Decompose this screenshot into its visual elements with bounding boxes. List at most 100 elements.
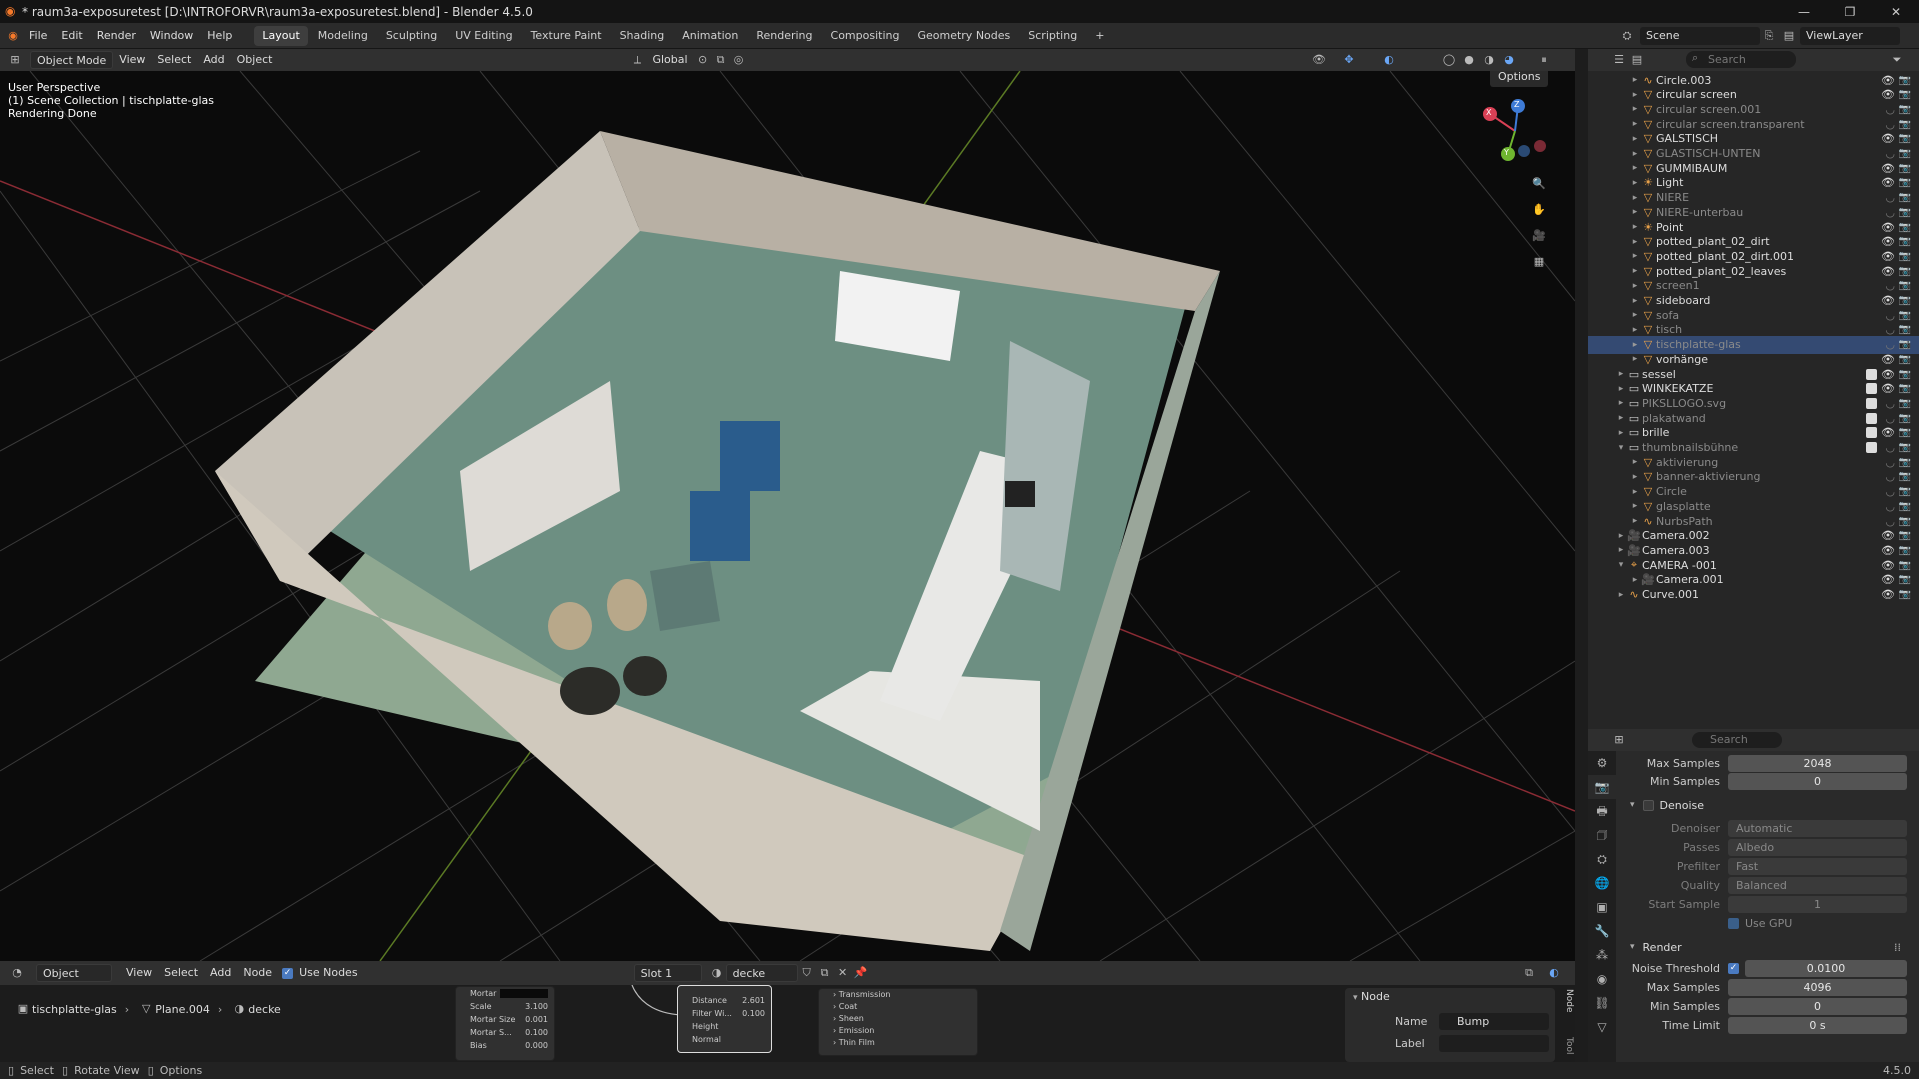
tab-scripting[interactable]: Scripting [1020, 26, 1085, 46]
render-visibility-icon[interactable]: 📷 [1899, 104, 1911, 115]
duplicate-material-icon[interactable]: ⧉ [816, 964, 834, 982]
sidebar-tab-tool[interactable]: Tool [1560, 1037, 1574, 1054]
pan-hand-icon[interactable]: ✋ [1530, 201, 1548, 219]
eye-closed-icon[interactable]: ◡ [1885, 206, 1895, 219]
chevron-right-icon[interactable]: ▸ [1630, 104, 1640, 114]
tab-geometry-nodes[interactable]: Geometry Nodes [909, 26, 1018, 46]
scene-tab-icon[interactable]: ⛭ [1588, 847, 1616, 871]
min-samples-field[interactable]: 0 [1728, 773, 1907, 790]
rendered-shading-icon[interactable]: ◕ [1500, 51, 1518, 69]
fake-user-shield-icon[interactable]: ⛉ [798, 964, 816, 982]
chevron-right-icon[interactable]: ▸ [1630, 310, 1640, 320]
outliner-row[interactable]: ▸ ∿ Curve.001 👁 📷 [1588, 586, 1919, 604]
breadcrumb-mesh[interactable]: Plane.004 [155, 1003, 210, 1016]
blender-menu-icon[interactable]: ◉ [4, 27, 22, 45]
render-visibility-icon[interactable]: 📷 [1899, 530, 1911, 541]
eye-icon[interactable]: 👁 [1881, 88, 1895, 101]
view-layer-tab-icon[interactable]: 🗇 [1588, 823, 1616, 847]
eye-closed-icon[interactable]: ◡ [1885, 500, 1895, 513]
eye-icon[interactable]: 👁 [1881, 382, 1895, 395]
chevron-right-icon[interactable]: ▸ [1630, 501, 1640, 511]
close-icon[interactable]: ✕ [1873, 0, 1919, 23]
sidebar-tab-node[interactable]: Node [1560, 989, 1574, 1013]
node-panel-row[interactable]: › Sheen [819, 1013, 977, 1025]
editor-type-icon[interactable]: ⊞ [6, 51, 24, 69]
chevron-right-icon[interactable]: ▸ [1630, 472, 1640, 482]
eye-closed-icon[interactable]: ◡ [1885, 515, 1895, 528]
render-min-samples-field[interactable]: 0 [1728, 998, 1907, 1015]
render-max-samples-field[interactable]: 4096 [1728, 979, 1907, 996]
display-mode-icon[interactable]: ▤ [1628, 51, 1646, 69]
menu-window[interactable]: Window [143, 23, 200, 49]
render-visibility-icon[interactable]: 📷 [1899, 163, 1911, 174]
chevron-right-icon[interactable]: ▸ [1630, 149, 1640, 159]
chevron-right-icon[interactable]: ▸ [1630, 237, 1640, 247]
exclude-checkbox[interactable] [1866, 412, 1877, 424]
exclude-checkbox[interactable] [1866, 368, 1877, 380]
render-visibility-icon[interactable]: 📷 [1899, 501, 1911, 512]
chevron-right-icon[interactable]: ▸ [1630, 575, 1640, 585]
solid-shading-icon[interactable]: ● [1460, 51, 1478, 69]
eye-icon[interactable]: 👁 [1881, 544, 1895, 557]
chevron-right-icon[interactable]: ▸ [1616, 531, 1626, 541]
chevron-right-icon[interactable]: ▸ [1630, 178, 1640, 188]
node-panel-row[interactable]: › Emission [819, 1025, 977, 1037]
navigation-gizmo[interactable]: X Y Z [1480, 96, 1550, 166]
render-visibility-icon[interactable]: 📷 [1899, 369, 1911, 380]
chevron-right-icon[interactable]: ▸ [1630, 340, 1640, 350]
eye-icon[interactable]: 👁 [1881, 353, 1895, 366]
render-visibility-icon[interactable]: 📷 [1899, 442, 1911, 453]
denoiser-select[interactable]: Automatic [1728, 820, 1907, 837]
eye-closed-icon[interactable]: ◡ [1885, 470, 1895, 483]
eye-icon[interactable]: 👁 [1881, 529, 1895, 542]
3d-viewport[interactable]: User Perspective (1) Scene Collection | … [0, 71, 1575, 961]
render-visibility-icon[interactable]: 📷 [1899, 192, 1911, 203]
render-visibility-icon[interactable]: 📷 [1899, 236, 1911, 247]
viewlayer-selector[interactable]: ViewLayer [1800, 27, 1900, 45]
outliner-editor-icon[interactable]: ☰ [1610, 51, 1628, 69]
render-visibility-icon[interactable]: 📷 [1899, 148, 1911, 159]
node-socket-row[interactable]: Bias 0.000 [456, 1039, 554, 1052]
node-menu-node[interactable]: Node [237, 964, 278, 982]
chevron-right-icon[interactable]: ▸ [1630, 90, 1640, 100]
node-section-header[interactable]: ▾ Node [1345, 988, 1555, 1006]
time-limit-field[interactable]: 0 s [1728, 1017, 1907, 1034]
maximize-icon[interactable]: ❐ [1827, 0, 1873, 23]
scene-selector[interactable]: Scene [1640, 27, 1760, 45]
chevron-right-icon[interactable]: ▸ [1630, 487, 1640, 497]
denoise-section-header[interactable]: ▾ Denoise [1616, 794, 1919, 816]
tab-animation[interactable]: Animation [674, 26, 746, 46]
render-visibility-icon[interactable]: 📷 [1899, 89, 1911, 100]
tab-rendering[interactable]: Rendering [748, 26, 820, 46]
render-visibility-icon[interactable]: 📷 [1899, 280, 1911, 291]
eye-closed-icon[interactable]: ◡ [1885, 412, 1895, 425]
prefilter-select[interactable]: Fast [1728, 858, 1907, 875]
gizmo-toggle-icon[interactable]: ✥ [1340, 51, 1358, 69]
render-visibility-icon[interactable]: 📷 [1899, 119, 1911, 130]
passes-select[interactable]: Albedo [1728, 839, 1907, 856]
eye-icon[interactable]: 👁 [1881, 176, 1895, 189]
render-visibility-icon[interactable]: 📷 [1899, 560, 1911, 571]
camera-view-icon[interactable]: 🎥 [1530, 227, 1548, 245]
object-tab-icon[interactable]: ▣ [1588, 895, 1616, 919]
node-snap-icon[interactable]: ⧉ [1520, 964, 1538, 982]
render-visibility-icon[interactable]: 📷 [1899, 486, 1911, 497]
eye-closed-icon[interactable]: ◡ [1885, 103, 1895, 116]
eye-closed-icon[interactable]: ◡ [1885, 397, 1895, 410]
chevron-right-icon[interactable]: ▸ [1630, 251, 1640, 261]
node-panel-row[interactable]: › Coat [819, 1001, 977, 1013]
use-gpu-checkbox[interactable] [1728, 918, 1739, 929]
node-socket-row[interactable]: Distance 2.601 [678, 994, 771, 1007]
chevron-right-icon[interactable]: ▸ [1630, 296, 1640, 306]
data-tab-icon[interactable]: ▽ [1588, 1015, 1616, 1039]
chevron-down-icon[interactable]: ▾ [1616, 560, 1626, 570]
node-socket-row[interactable]: Mortar Size 0.001 [456, 1013, 554, 1026]
render-visibility-icon[interactable]: 📷 [1899, 75, 1911, 86]
render-visibility-icon[interactable]: 📷 [1899, 398, 1911, 409]
properties-search-input[interactable]: Search [1692, 732, 1782, 748]
node-socket-row[interactable]: Filter Wi... 0.100 [678, 1007, 771, 1020]
chevron-right-icon[interactable]: ▸ [1630, 75, 1640, 85]
render-visibility-icon[interactable]: 📷 [1899, 310, 1911, 321]
start-sample-field[interactable]: 1 [1728, 896, 1907, 913]
chevron-right-icon[interactable]: ▸ [1630, 207, 1640, 217]
